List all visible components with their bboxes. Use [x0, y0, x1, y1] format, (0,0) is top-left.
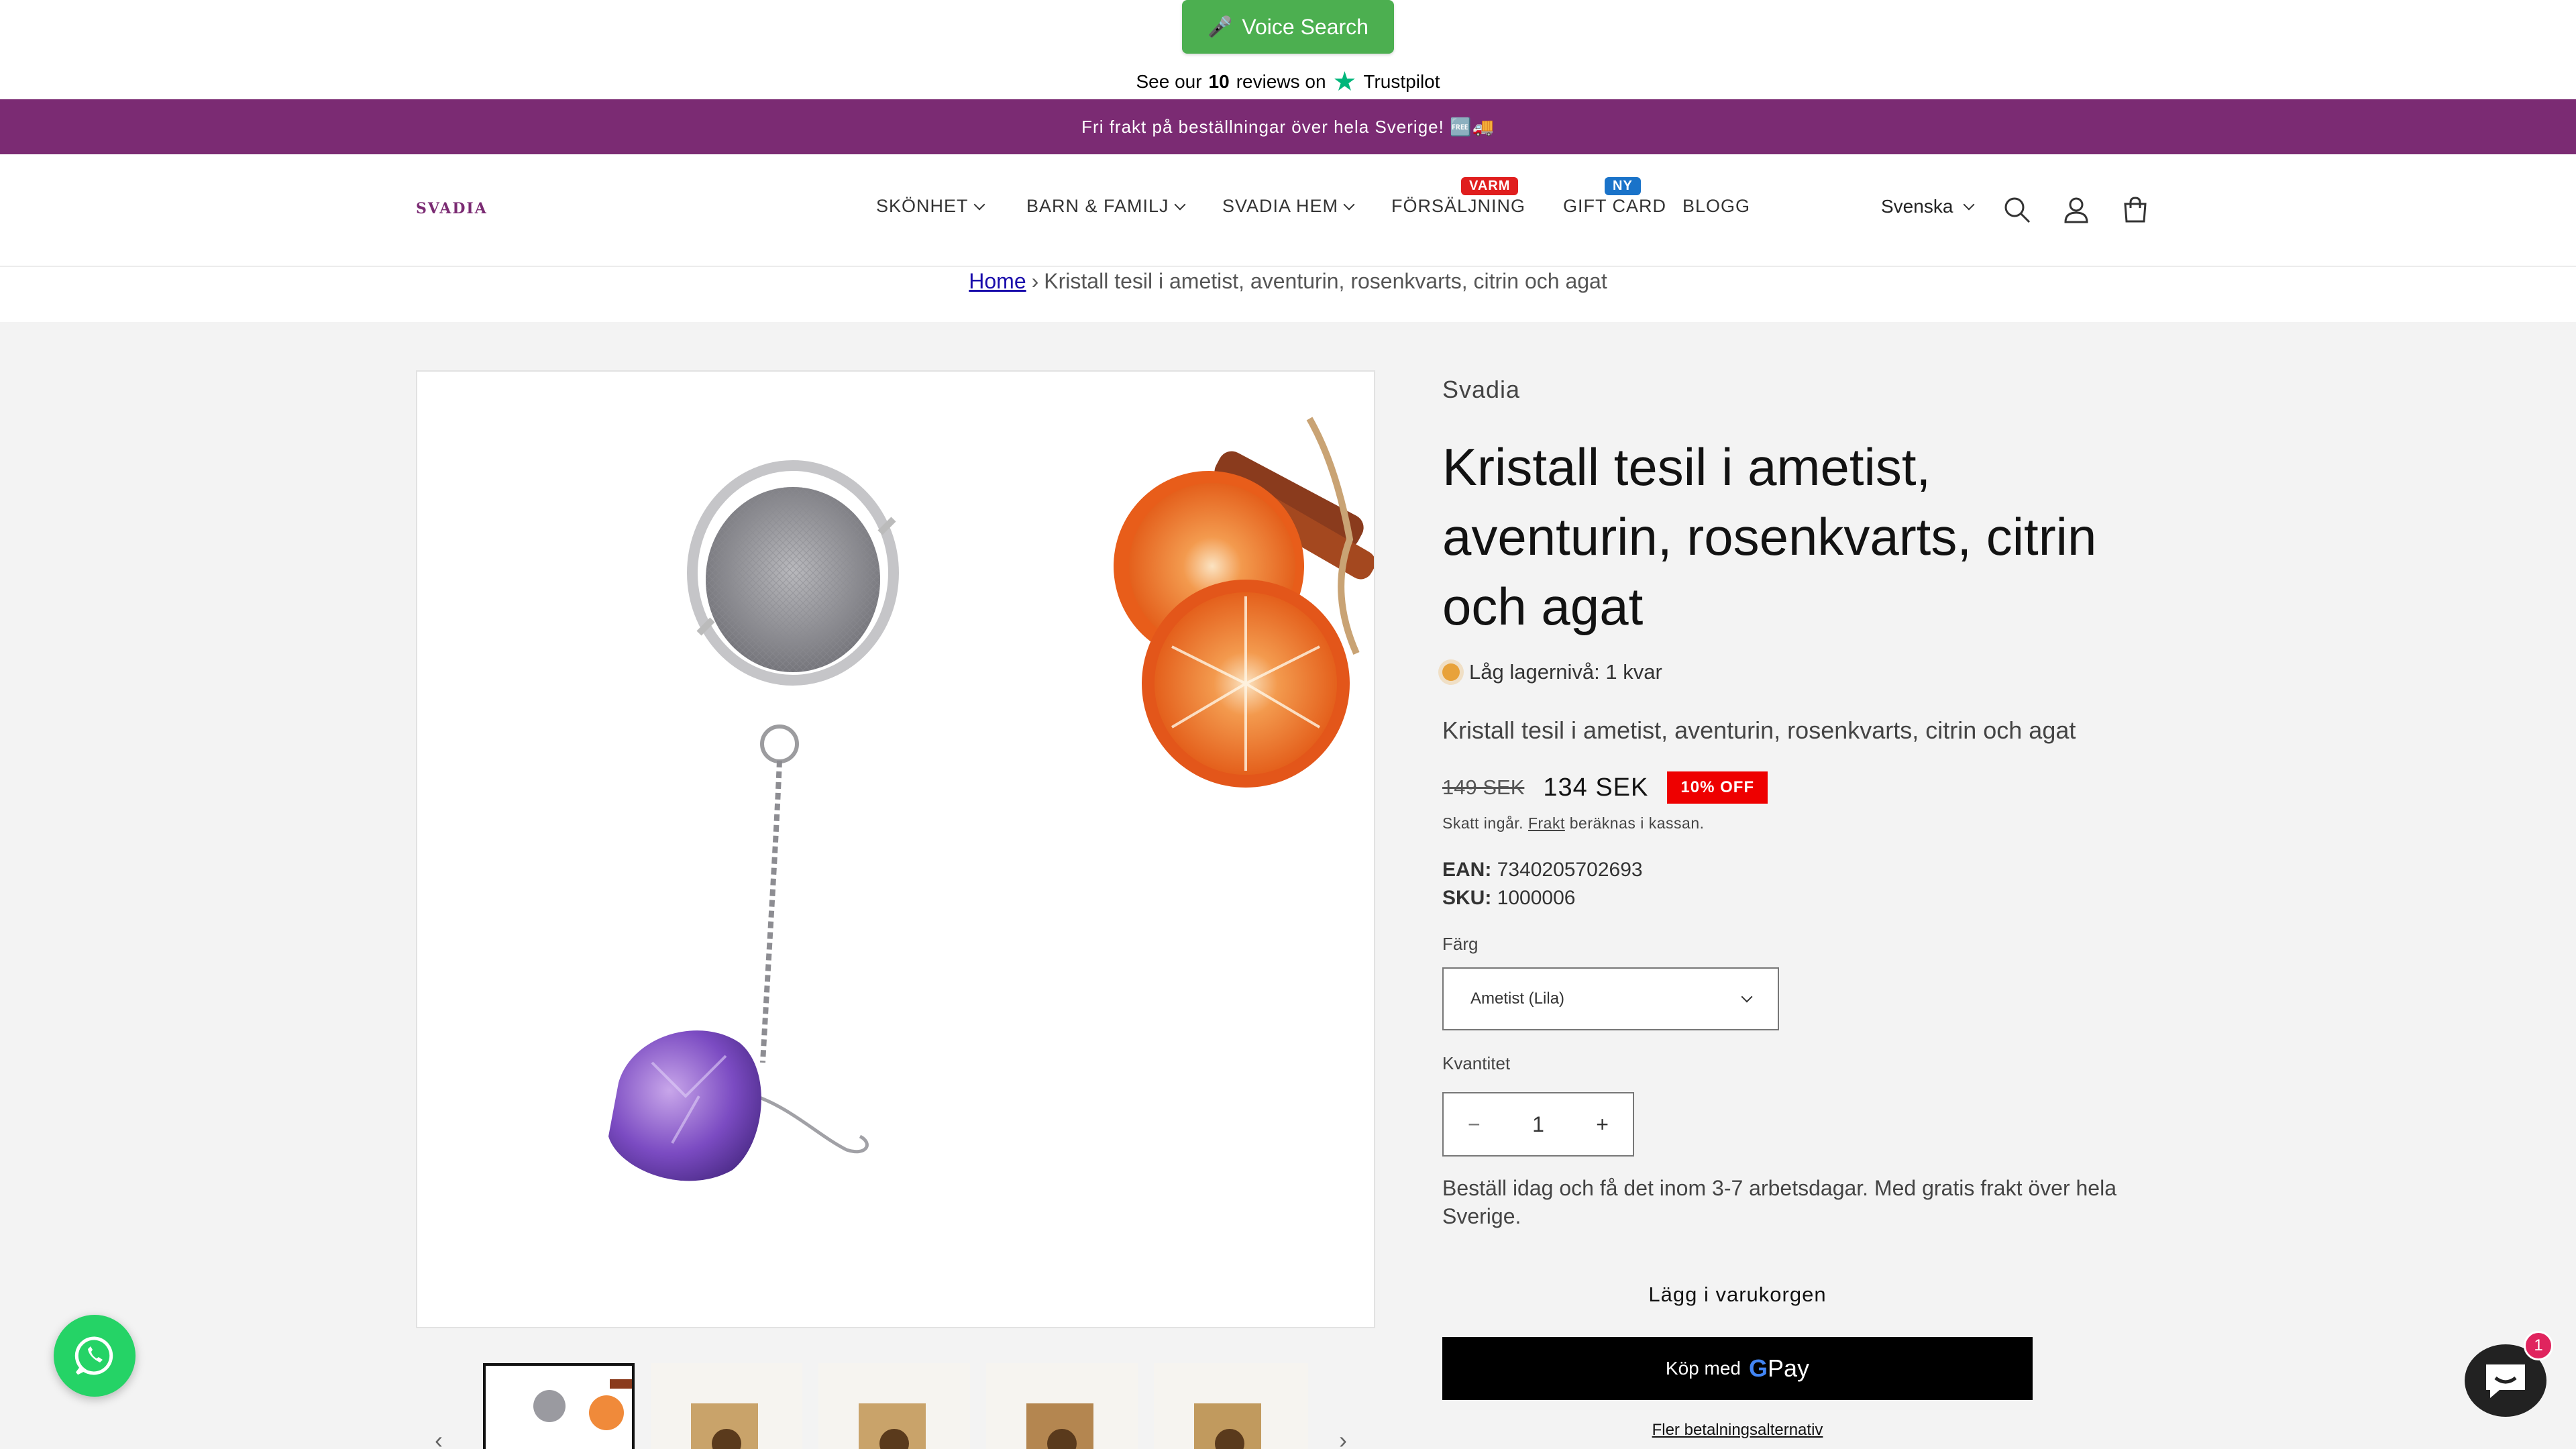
trustpilot-prefix: See our: [1136, 71, 1202, 92]
google-g-icon: G: [1749, 1354, 1768, 1382]
pay-text: Pay: [1768, 1354, 1810, 1382]
quantity-stepper[interactable]: − 1 +: [1442, 1092, 1634, 1157]
nav-item-gift-card[interactable]: GIFT CARD: [1563, 196, 1666, 217]
stock-status: Låg lagernivå: 1 kvar: [1442, 660, 1662, 684]
color-label: Färg: [1442, 934, 1479, 954]
quantity-value[interactable]: 1: [1532, 1112, 1544, 1137]
product-description: Kristall tesil i ametist, aventurin, ros…: [1442, 716, 2076, 744]
language-label: Svenska: [1881, 196, 1953, 217]
language-selector[interactable]: Svenska: [1881, 196, 1975, 217]
shipping-link[interactable]: Frakt: [1528, 814, 1565, 832]
thumbnail-3[interactable]: [818, 1363, 970, 1449]
sku-value: 1000006: [1497, 887, 1576, 909]
price-row: 149 SEK 134 SEK 10% OFF: [1442, 771, 1768, 804]
chevron-down-icon: [1174, 199, 1186, 210]
cart-icon[interactable]: [2120, 195, 2151, 225]
plus-icon[interactable]: +: [1596, 1112, 1609, 1137]
product-vendor: Svadia: [1442, 376, 1521, 403]
color-selected-value: Ametist (Lila): [1470, 989, 1565, 1008]
thumbnail-4[interactable]: [986, 1363, 1138, 1449]
tax-suffix: beräknas i kassan.: [1569, 814, 1705, 832]
trustpilot-star-icon: ★: [1332, 67, 1357, 97]
breadcrumb-separator: ›: [1031, 268, 1039, 293]
nav-item-blogg[interactable]: BLOGG: [1682, 196, 1750, 217]
gpay-prefix: Köp med: [1665, 1358, 1741, 1379]
chat-bubble-icon: [2486, 1364, 2525, 1398]
product-title: Kristall tesil i ametist, aventurin, ros…: [1442, 437, 2097, 636]
thumbnail-image: [651, 1363, 802, 1449]
ean-value: 7340205702693: [1497, 859, 1643, 881]
trustpilot-mid: reviews on: [1236, 71, 1326, 92]
nav-label: SVADIA HEM: [1222, 196, 1339, 216]
badge-varm: VARM: [1461, 177, 1519, 195]
announcement-bar: Fri frakt på beställningar över hela Sve…: [0, 99, 2576, 154]
trustpilot-count: 10: [1208, 71, 1230, 92]
thumbnail-image: [486, 1366, 632, 1449]
nav-label: FÖRSÄLJNING: [1391, 196, 1526, 216]
ean-label: EAN:: [1442, 859, 1492, 881]
thumbnail-2[interactable]: [651, 1363, 802, 1449]
trustpilot-widget[interactable]: See our 10 reviews on ★ Trustpilot: [1073, 67, 1503, 97]
chevron-down-icon: [973, 199, 985, 210]
nav-item-skonhet[interactable]: SKÖNHET: [876, 196, 985, 217]
badge-ny: NY: [1605, 177, 1641, 195]
whatsapp-button[interactable]: [54, 1315, 136, 1397]
minus-icon[interactable]: −: [1468, 1112, 1481, 1137]
delivery-note: Beställ idag och få det inom 3-7 arbetsd…: [1442, 1176, 2116, 1228]
stock-text: Låg lagernivå: 1 kvar: [1469, 660, 1662, 684]
stock-dot-icon: [1442, 663, 1460, 681]
tax-note: Skatt ingår. Frakt beräknas i kassan.: [1442, 814, 1705, 833]
search-icon[interactable]: [2002, 195, 2033, 225]
thumbnail-image: [818, 1363, 970, 1449]
nav-item-barn-familj[interactable]: BARN & FAMILJ: [1026, 196, 1186, 217]
chat-notification-badge: 1: [2524, 1331, 2553, 1360]
thumbnail-5[interactable]: [1154, 1363, 1308, 1449]
ean-line: EAN: 7340205702693: [1442, 859, 1643, 881]
color-select[interactable]: Ametist (Lila): [1442, 967, 1779, 1030]
voice-search-label: Voice Search: [1242, 14, 1368, 39]
breadcrumb-home-link[interactable]: Home: [969, 269, 1026, 294]
announcement-text: Fri frakt på beställningar över hela Sve…: [1081, 116, 1495, 137]
whatsapp-icon: [74, 1336, 113, 1375]
microphone-icon: 🎤: [1208, 15, 1233, 38]
more-payment-options-link[interactable]: Fler betalningsalternativ: [1442, 1421, 2033, 1440]
add-to-cart-button[interactable]: Lägg i varukorgen: [1442, 1275, 2033, 1315]
sku-line: SKU: 1000006: [1442, 887, 1575, 910]
chevron-down-icon: [1963, 199, 1975, 211]
nav-label: BLOGG: [1682, 196, 1751, 216]
thumbnail-image: [986, 1363, 1138, 1449]
nav-label: GIFT CARD: [1563, 196, 1667, 216]
quantity-label: Kvantitet: [1442, 1053, 1511, 1073]
tea-infuser-photo: [608, 417, 1374, 1181]
logo[interactable]: SVADIA: [416, 200, 488, 217]
thumbnail-image: [1154, 1363, 1308, 1449]
thumb-next-arrow[interactable]: ›: [1339, 1426, 1347, 1449]
sku-label: SKU:: [1442, 887, 1492, 909]
account-icon[interactable]: [2061, 195, 2092, 225]
discount-badge: 10% OFF: [1667, 771, 1768, 804]
thumbnail-1[interactable]: [483, 1363, 635, 1449]
nav-label: SKÖNHET: [876, 196, 969, 216]
nav-label: BARN & FAMILJ: [1026, 196, 1169, 216]
old-price: 149 SEK: [1442, 775, 1525, 799]
nav-item-svadia-hem[interactable]: SVADIA HEM: [1222, 196, 1355, 217]
add-to-cart-label: Lägg i varukorgen: [1648, 1283, 1827, 1306]
trustpilot-brand: Trustpilot: [1363, 71, 1440, 92]
voice-search-button[interactable]: 🎤 Voice Search: [1182, 0, 1394, 54]
breadcrumb: Home › Kristall tesil i ametist, aventur…: [0, 267, 2576, 295]
tax-prefix: Skatt ingår.: [1442, 814, 1524, 832]
chevron-down-icon: [1343, 199, 1355, 210]
breadcrumb-current: Kristall tesil i ametist, aventurin, ros…: [1044, 268, 1607, 293]
nav-item-forsaljning[interactable]: FÖRSÄLJNING: [1391, 196, 1525, 217]
sale-price: 134 SEK: [1543, 773, 1649, 802]
google-pay-logo: GPay: [1749, 1354, 1809, 1383]
thumb-prev-arrow[interactable]: ‹: [435, 1426, 443, 1449]
google-pay-button[interactable]: Köp med GPay: [1442, 1337, 2033, 1400]
product-main-image[interactable]: [416, 370, 1375, 1328]
chevron-down-icon: [1741, 991, 1753, 1003]
